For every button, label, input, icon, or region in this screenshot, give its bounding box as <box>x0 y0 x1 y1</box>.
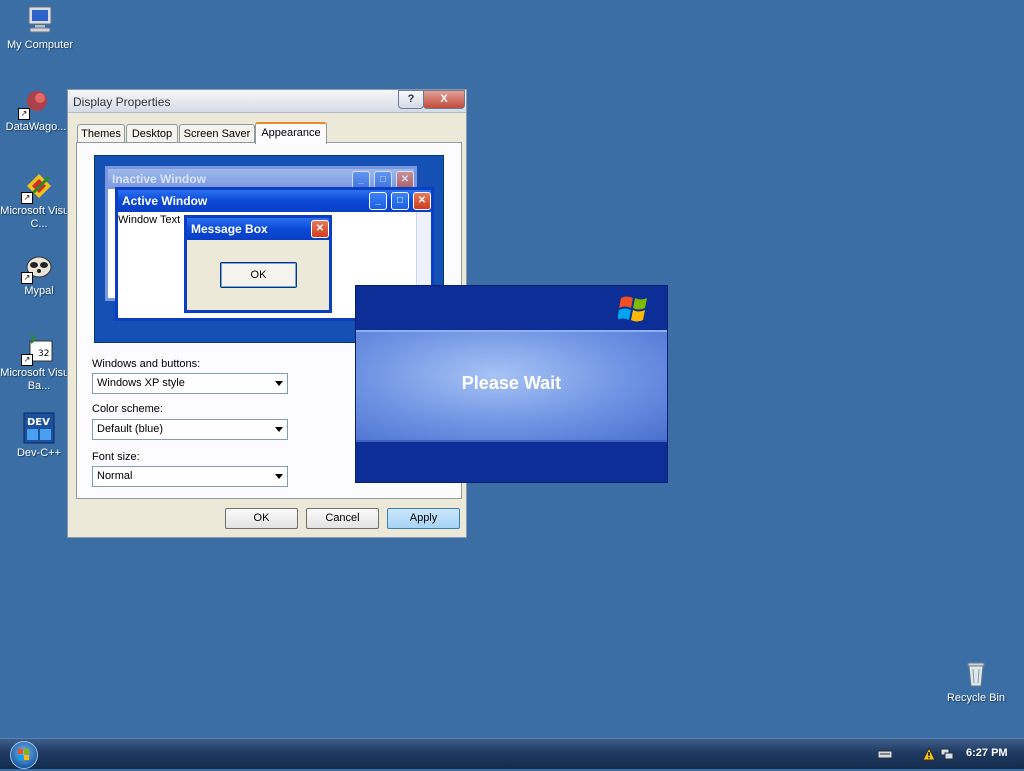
please-wait-dialog: Please Wait <box>355 285 668 483</box>
close-button[interactable]: X <box>423 90 465 109</box>
visual-basic-icon: 32 ↗ <box>21 332 55 366</box>
visual-c-icon: ↗ <box>21 170 55 204</box>
tab-appearance[interactable]: Appearance <box>255 122 327 144</box>
font-size-value: Normal <box>97 470 133 482</box>
maximize-icon: □ <box>391 192 409 210</box>
message-box-title: Message Box ✕ <box>187 218 329 240</box>
close-icon: ✕ <box>413 192 431 210</box>
mypal-icon: ↗ <box>21 250 55 284</box>
ok-button[interactable]: OK <box>225 508 298 529</box>
chevron-down-icon <box>275 474 283 479</box>
datawagon-icon: ↗ <box>18 86 52 120</box>
tab-desktop[interactable]: Desktop <box>126 124 178 142</box>
svg-text:32: 32 <box>38 349 49 359</box>
windows-buttons-label: Windows and buttons: <box>92 358 201 370</box>
minimize-icon: _ <box>369 192 387 210</box>
apply-button[interactable]: Apply <box>387 508 460 529</box>
keyboard-icon[interactable] <box>877 747 893 761</box>
icon-label: My Computer <box>6 39 74 51</box>
title-bar[interactable]: Display Properties ? X <box>68 90 466 113</box>
message-box-title-text: Message Box <box>191 222 268 236</box>
computer-icon <box>24 4 56 36</box>
chevron-down-icon <box>275 381 283 386</box>
shortcut-arrow-icon: ↗ <box>21 354 33 366</box>
shortcut-arrow-icon: ↗ <box>18 108 30 120</box>
devcpp-icon: DEV <box>23 412 55 444</box>
font-size-label: Font size: <box>92 451 140 463</box>
please-wait-text: Please Wait <box>461 373 562 393</box>
preview-message-box: Message Box ✕ OK <box>184 215 332 313</box>
preview-ok-button: OK <box>220 262 297 288</box>
windows-logo-icon <box>18 749 29 760</box>
security-alert-icon[interactable] <box>922 746 936 761</box>
shortcut-arrow-icon: ↗ <box>21 192 33 204</box>
tab-screen-saver[interactable]: Screen Saver <box>179 124 255 142</box>
start-button[interactable] <box>10 741 38 769</box>
tab-themes[interactable]: Themes <box>77 124 125 142</box>
windows-buttons-value: Windows XP style <box>97 377 185 389</box>
font-size-select[interactable]: Normal <box>92 466 288 487</box>
chevron-down-icon <box>275 427 283 432</box>
network-icon[interactable] <box>940 747 954 761</box>
svg-text:DEV: DEV <box>27 417 50 428</box>
windows-buttons-select[interactable]: Windows XP style <box>92 373 288 394</box>
splash-footer <box>356 440 667 482</box>
windows-logo-icon <box>617 292 650 324</box>
color-scheme-select[interactable]: Default (blue) <box>92 419 288 440</box>
cancel-button[interactable]: Cancel <box>306 508 379 529</box>
taskbar: 6:27 PM <box>0 738 1024 769</box>
icon-label: DataWago... <box>5 121 67 133</box>
active-title-text: Active Window <box>122 194 208 208</box>
window-text-sample: Window Text <box>118 214 181 226</box>
desktop-icon-my-computer[interactable]: My Computer <box>1 4 79 52</box>
desktop-icon-recycle-bin[interactable]: Recycle Bin <box>937 657 1015 705</box>
icon-label: Recycle Bin <box>946 692 1006 704</box>
desktop-icon-datawagon[interactable]: ↗ DataWago... <box>0 86 75 134</box>
window-title: Display Properties <box>73 95 171 109</box>
inactive-window-title: Inactive Window _ □ ✕ <box>108 169 414 189</box>
color-scheme-value: Default (blue) <box>97 423 164 435</box>
inactive-title-text: Inactive Window <box>112 172 206 186</box>
shortcut-arrow-icon: ↗ <box>21 272 33 284</box>
close-icon: ✕ <box>311 220 329 238</box>
splash-body: Please Wait <box>356 332 667 440</box>
active-window-title: Active Window _ □ ✕ <box>118 190 431 212</box>
color-scheme-label: Color scheme: <box>92 403 163 415</box>
recycle-bin-icon <box>960 657 992 689</box>
help-button[interactable]: ? <box>398 90 424 109</box>
splash-header <box>356 286 667 332</box>
taskbar-clock[interactable]: 6:27 PM <box>966 747 1008 759</box>
